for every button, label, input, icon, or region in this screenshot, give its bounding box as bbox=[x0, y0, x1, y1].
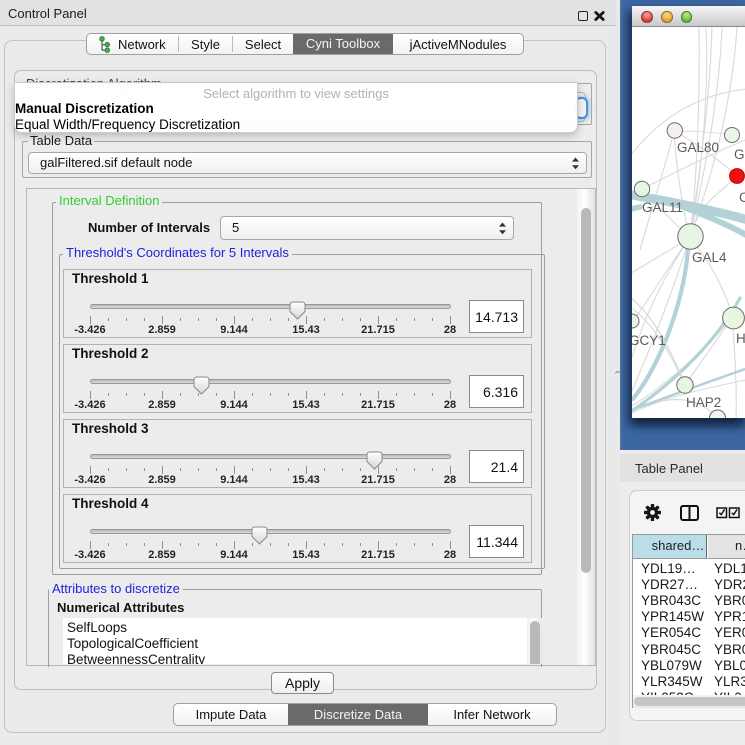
svg-text:GAL11: GAL11 bbox=[642, 200, 683, 215]
svg-text:H: H bbox=[736, 331, 745, 346]
svg-text:GCY1: GCY1 bbox=[632, 333, 666, 348]
svg-text:C: C bbox=[739, 190, 745, 205]
svg-text:GAL80: GAL80 bbox=[677, 140, 719, 155]
svg-text:G: G bbox=[734, 147, 745, 162]
svg-text:GAL4: GAL4 bbox=[692, 250, 727, 265]
svg-text:HAP2: HAP2 bbox=[686, 395, 721, 410]
